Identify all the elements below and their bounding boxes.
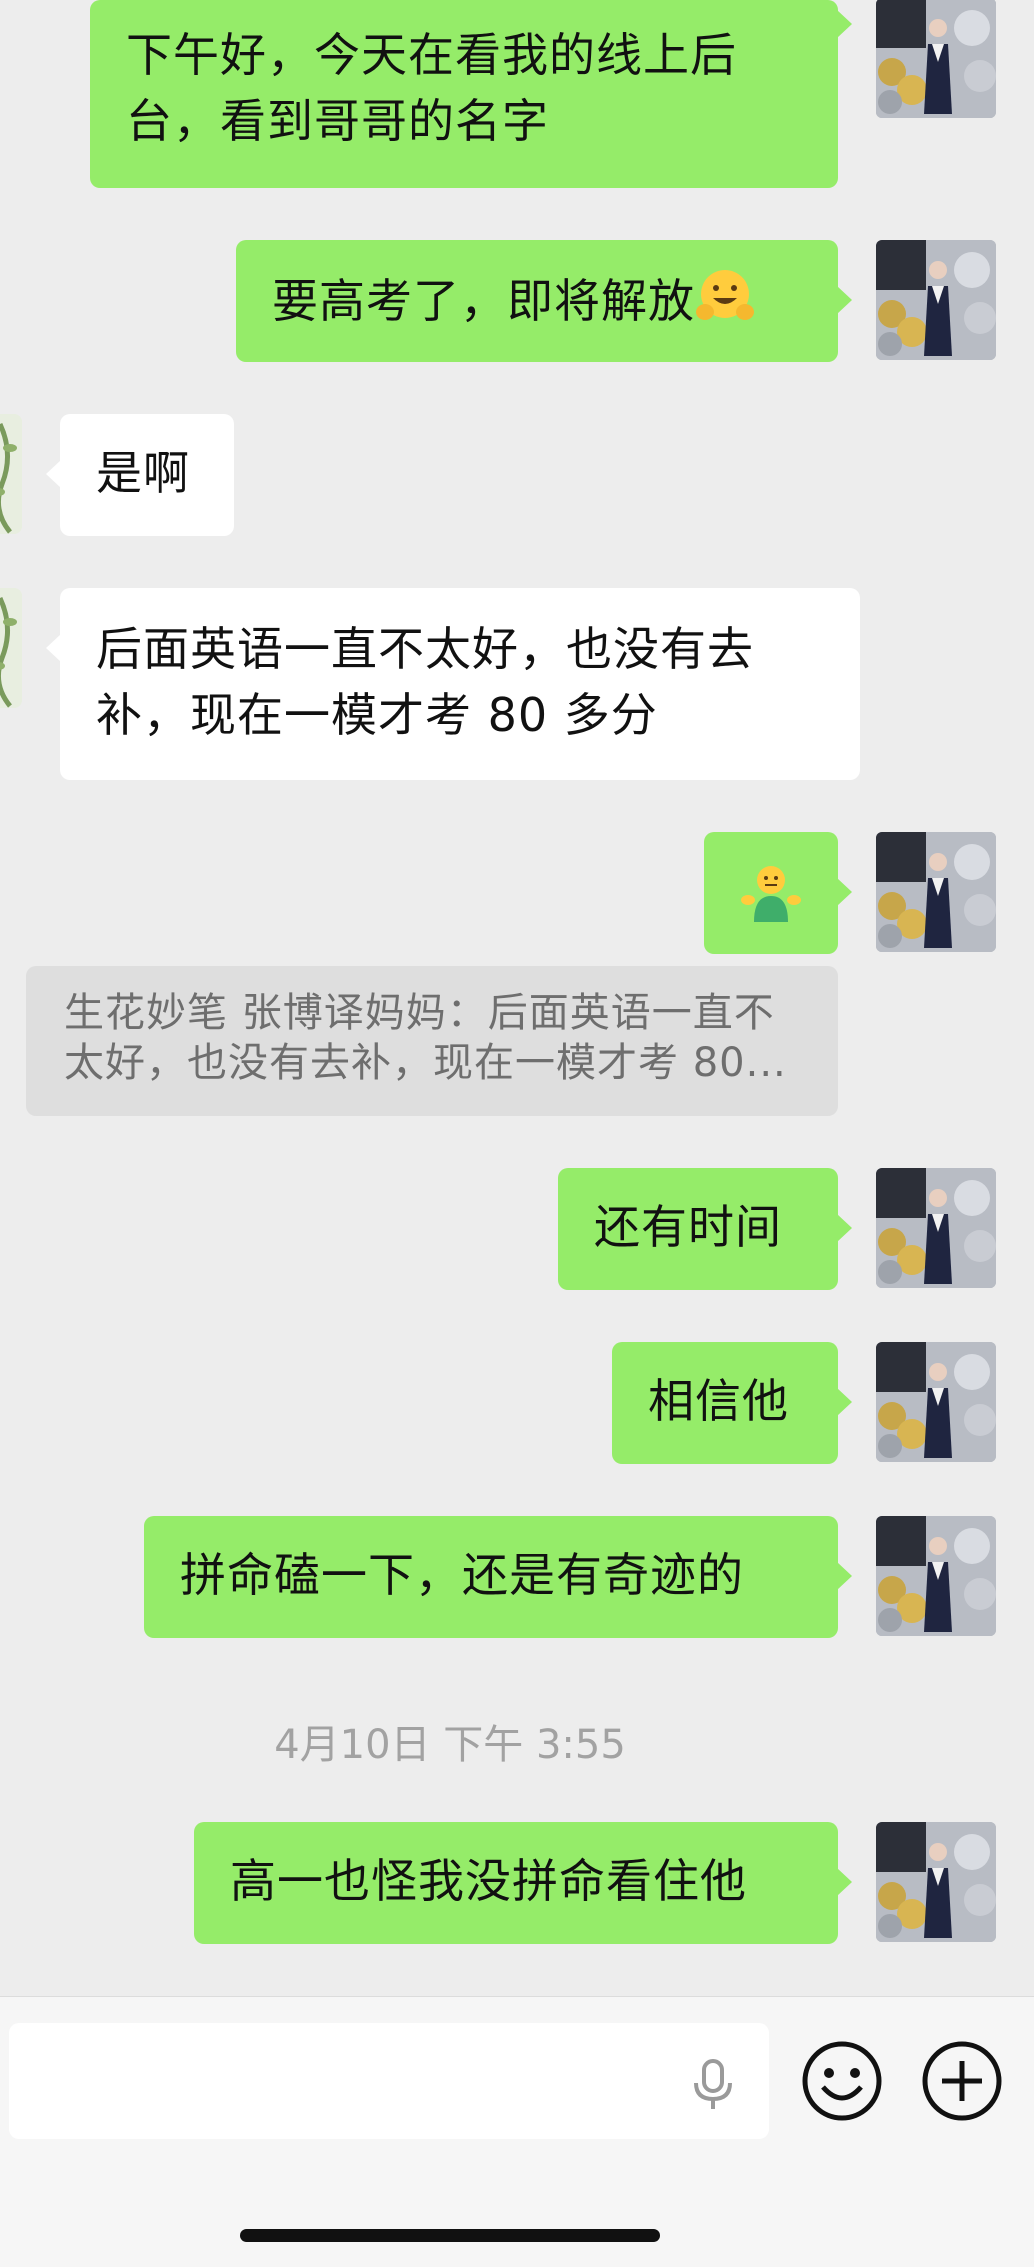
message-timestamp: 4月10日 下午 3:55 <box>274 1722 626 1768</box>
avatar-photo <box>876 0 996 118</box>
input-bar <box>0 1996 1034 2267</box>
message-input[interactable] <box>9 2023 769 2139</box>
message-text: 下午好，今天在看我的线上后 <box>126 28 737 82</box>
shrugging-person-emoji-icon <box>740 862 802 941</box>
hugging-face-emoji-icon <box>695 266 755 343</box>
message-text: 台，看到哥哥的名字 <box>126 94 549 148</box>
quoted-text: 生花妙笔 张博译妈妈：后面英语一直不 <box>64 990 775 1036</box>
quoted-message[interactable]: 生花妙笔 张博译妈妈：后面英语一直不 太好，也没有去补，现在一模才考 80... <box>26 966 838 1116</box>
message-bubble-sent[interactable]: 拼命磕一下，还是有奇迹的 <box>144 1516 852 1638</box>
message-text: 相信他 <box>648 1374 789 1428</box>
avatar-photo <box>876 1822 996 1942</box>
contact-avatar[interactable] <box>0 414 22 534</box>
message-text: 补，现在一模才考 80 多分 <box>96 688 658 742</box>
message-text: 是啊 <box>96 446 190 500</box>
message-bubble-received[interactable]: 是啊 <box>46 414 234 536</box>
message-text: 后面英语一直不太好，也没有去 <box>96 622 754 676</box>
avatar-photo <box>0 588 22 708</box>
home-indicator <box>240 2229 660 2242</box>
message-bubble-sent[interactable]: 要高考了，即将解放 <box>236 240 852 362</box>
message-text: 拼命磕一下，还是有奇迹的 <box>180 1548 744 1602</box>
quoted-text: 太好，也没有去补，现在一模才考 80... <box>64 1040 787 1086</box>
message-text: 高一也怪我没拼命看住他 <box>230 1854 747 1908</box>
avatar-photo <box>876 1516 996 1636</box>
my-avatar[interactable] <box>876 1342 996 1462</box>
my-avatar[interactable] <box>876 0 996 118</box>
my-avatar[interactable] <box>876 1822 996 1942</box>
message-bubble-sent[interactable] <box>704 832 852 954</box>
message-bubble-sent[interactable]: 下午好，今天在看我的线上后 台，看到哥哥的名字 <box>90 0 852 188</box>
avatar-photo <box>876 1342 996 1462</box>
avatar-photo <box>876 832 996 952</box>
contact-avatar[interactable] <box>0 588 22 708</box>
message-bubble-sent[interactable]: 相信他 <box>612 1342 852 1464</box>
avatar-photo <box>876 240 996 360</box>
my-avatar[interactable] <box>876 240 996 360</box>
avatar-photo <box>0 414 22 534</box>
more-plus-icon[interactable] <box>920 2039 1004 2123</box>
message-bubble-received[interactable]: 后面英语一直不太好，也没有去 补，现在一模才考 80 多分 <box>46 588 860 780</box>
voice-input-icon[interactable] <box>687 2057 739 2113</box>
emoji-icon[interactable] <box>800 2039 884 2123</box>
message-text: 要高考了，即将解放 <box>272 274 695 328</box>
avatar-photo <box>876 1168 996 1288</box>
my-avatar[interactable] <box>876 1516 996 1636</box>
message-text: 还有时间 <box>594 1200 782 1254</box>
my-avatar[interactable] <box>876 1168 996 1288</box>
message-bubble-sent[interactable]: 高一也怪我没拼命看住他 <box>194 1822 852 1944</box>
chat-history: 下午好，今天在看我的线上后 台，看到哥哥的名字 要高考了，即将解放 是啊 后面英… <box>0 0 1034 1996</box>
my-avatar[interactable] <box>876 832 996 952</box>
message-bubble-sent[interactable]: 还有时间 <box>558 1168 852 1290</box>
